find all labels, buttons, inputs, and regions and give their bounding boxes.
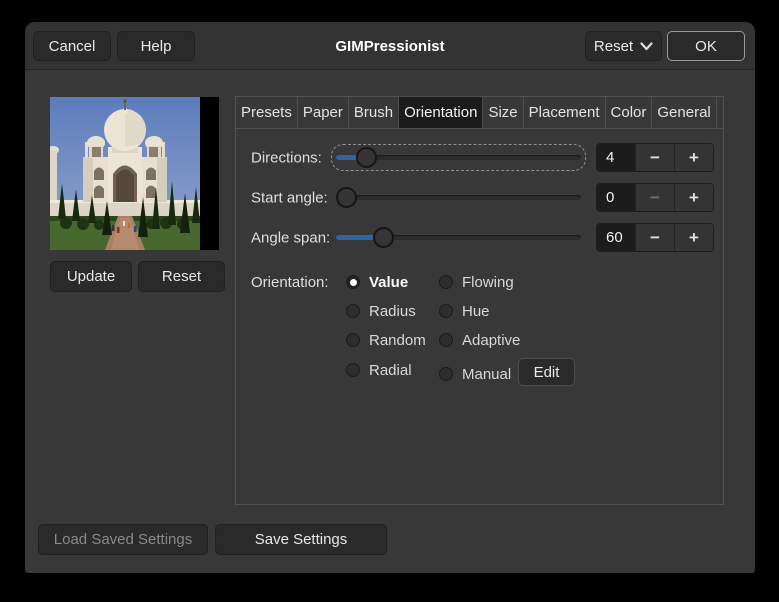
settings-notebook: Presets Paper Brush Orientation Size Pla… (235, 96, 724, 505)
angle-span-row: Angle span: 60 − + (236, 223, 723, 252)
start-angle-slider[interactable] (336, 187, 581, 208)
radio-radial[interactable]: Radial (346, 361, 412, 379)
radio-circle-icon (439, 304, 453, 318)
load-saved-settings-button[interactable]: Load Saved Settings (38, 524, 208, 555)
directions-slider[interactable] (331, 144, 586, 171)
tab-placement[interactable]: Placement (524, 97, 606, 128)
minus-icon: − (650, 187, 660, 207)
save-settings-button[interactable]: Save Settings (215, 524, 387, 555)
start-angle-minus-button[interactable]: − (635, 184, 674, 211)
radio-random-label: Random (369, 331, 426, 349)
radio-circle-icon (346, 304, 360, 318)
tab-paper-label: Paper (302, 104, 343, 121)
tab-brush[interactable]: Brush (349, 97, 400, 128)
radio-manual-label: Manual (462, 365, 512, 383)
tab-paper[interactable]: Paper (298, 97, 349, 128)
radio-circle-icon (346, 275, 360, 289)
ok-button-label: OK (695, 37, 717, 55)
radio-value-label: Value (369, 273, 409, 291)
reset-dropdown-button[interactable]: Reset (585, 31, 662, 61)
preview-reset-button[interactable]: Reset (138, 261, 225, 292)
radio-circle-icon (439, 367, 453, 381)
tab-bar: Presets Paper Brush Orientation Size Pla… (236, 97, 723, 129)
help-button[interactable]: Help (117, 31, 195, 61)
start-angle-spinbutton: 0 − + (596, 183, 714, 212)
slider-knob[interactable] (373, 227, 394, 248)
load-saved-settings-label: Load Saved Settings (53, 531, 193, 548)
angle-span-label: Angle span: (251, 229, 331, 246)
radio-dot-icon (349, 278, 357, 286)
radio-adaptive[interactable]: Adaptive (439, 331, 521, 349)
gimpressionist-dialog: GIMPressionist Cancel Help Reset OK Upda… (25, 22, 755, 573)
minus-icon: − (650, 227, 660, 247)
update-button[interactable]: Update (50, 261, 132, 292)
radio-circle-icon (346, 333, 360, 347)
plus-icon: + (689, 227, 699, 247)
angle-span-spinbutton: 60 − + (596, 223, 714, 252)
chevron-down-icon (640, 41, 653, 50)
directions-minus-button[interactable]: − (635, 144, 674, 171)
tab-size-label: Size (488, 104, 518, 121)
slider-knob[interactable] (356, 147, 377, 168)
reset-dropdown-label: Reset (593, 37, 634, 55)
edit-button[interactable]: Edit (518, 358, 575, 386)
radio-manual[interactable]: Manual (439, 365, 512, 383)
slider-track[interactable] (336, 195, 581, 200)
tab-orientation-label: Orientation (404, 104, 478, 121)
angle-span-value-entry[interactable]: 60 (597, 224, 635, 251)
edit-button-label: Edit (533, 363, 560, 381)
minus-icon: − (650, 147, 660, 167)
radio-circle-icon (439, 275, 453, 289)
start-angle-row: Start angle: 0 − + (236, 183, 723, 212)
start-angle-value-entry[interactable]: 0 (597, 184, 635, 211)
tab-presets[interactable]: Presets (236, 97, 298, 128)
radio-flowing[interactable]: Flowing (439, 273, 514, 291)
radio-circle-icon (439, 333, 453, 347)
directions-label: Directions: (251, 149, 322, 166)
radio-random[interactable]: Random (346, 331, 426, 349)
tab-brush-label: Brush (353, 104, 394, 121)
radio-hue-label: Hue (462, 302, 490, 320)
radio-radius[interactable]: Radius (346, 302, 416, 320)
tab-size[interactable]: Size (483, 97, 524, 128)
tab-placement-label: Placement (528, 104, 600, 121)
radio-radius-label: Radius (369, 302, 416, 320)
radio-circle-icon (346, 363, 360, 377)
angle-span-minus-button[interactable]: − (635, 224, 674, 251)
save-settings-label: Save Settings (254, 531, 348, 548)
plus-icon: + (689, 147, 699, 167)
angle-span-plus-button[interactable]: + (674, 224, 713, 251)
slider-knob[interactable] (336, 187, 357, 208)
directions-row: Directions: 4 − + (236, 143, 723, 172)
directions-spinbutton: 4 − + (596, 143, 714, 172)
tab-presets-label: Presets (241, 104, 292, 121)
directions-plus-button[interactable]: + (674, 144, 713, 171)
angle-span-slider[interactable] (336, 227, 581, 248)
ok-button[interactable]: OK (667, 31, 745, 61)
plus-icon: + (689, 187, 699, 207)
dialog-header: GIMPressionist Cancel Help Reset OK (25, 22, 755, 70)
tab-color[interactable]: Color (606, 97, 653, 128)
radio-flowing-label: Flowing (462, 273, 514, 291)
preview-reset-button-label: Reset (161, 268, 202, 285)
help-button-label: Help (140, 37, 172, 55)
update-button-label: Update (66, 268, 116, 285)
start-angle-plus-button[interactable]: + (674, 184, 713, 211)
radio-hue[interactable]: Hue (439, 302, 490, 320)
start-angle-label: Start angle: (251, 189, 328, 206)
radio-value[interactable]: Value (346, 273, 409, 291)
cancel-button-label: Cancel (48, 37, 96, 55)
cancel-button[interactable]: Cancel (33, 31, 111, 61)
radio-radial-label: Radial (369, 361, 412, 379)
tab-orientation[interactable]: Orientation (399, 97, 484, 128)
radio-adaptive-label: Adaptive (462, 331, 521, 349)
taj-mahal-preview-image (50, 97, 200, 250)
directions-value-entry[interactable]: 4 (597, 144, 635, 171)
tab-color-label: Color (610, 104, 647, 121)
orientation-group-label: Orientation: (251, 274, 329, 291)
preview-area (50, 97, 219, 250)
tab-general[interactable]: General (652, 97, 717, 128)
tab-general-label: General (657, 104, 711, 121)
